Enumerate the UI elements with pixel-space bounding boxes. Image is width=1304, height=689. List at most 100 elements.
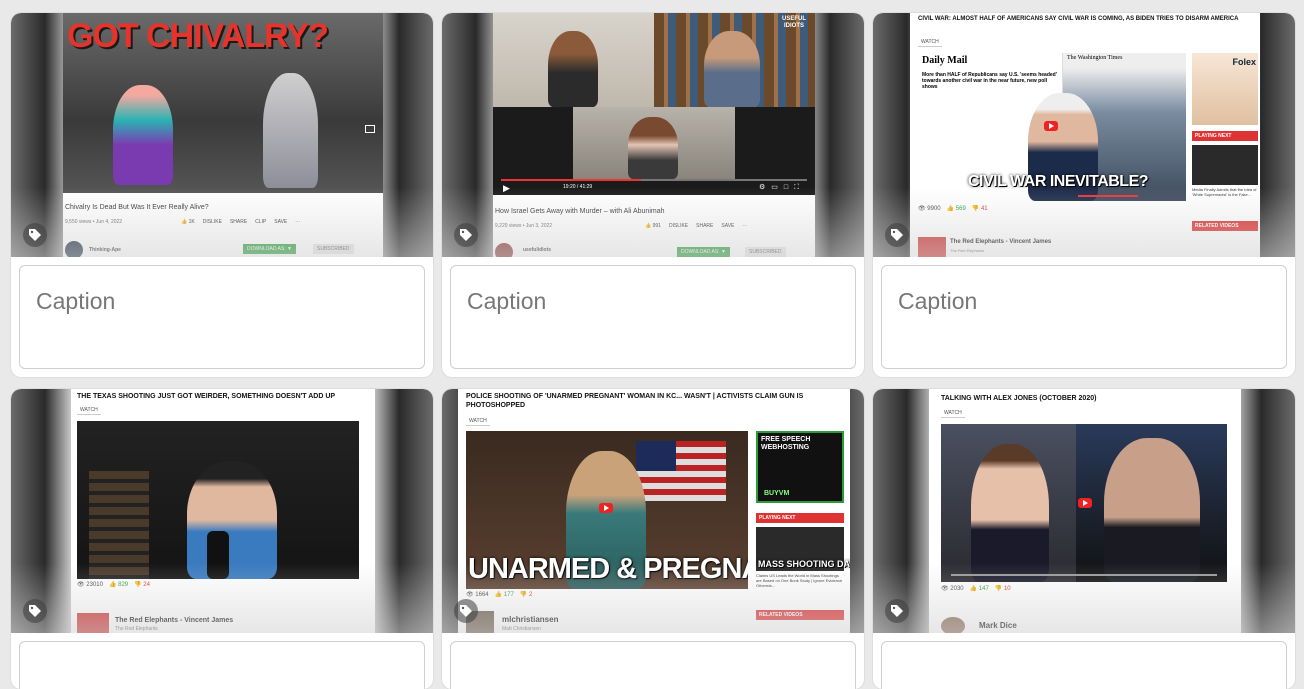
player-controls[interactable]: ⚙▭□⛶ <box>759 183 805 192</box>
watch-tab[interactable]: WATCH <box>918 38 942 47</box>
dislikes-count: 👎 24 <box>134 582 150 588</box>
screenshot-bitchute: CIVIL WAR: ALMOST HALF OF AMERICANS SAY … <box>910 13 1260 257</box>
dislike-button[interactable]: DISLIKE <box>669 223 688 229</box>
channel-avatar[interactable] <box>495 243 513 257</box>
tag-button[interactable] <box>454 599 478 623</box>
dislike-button[interactable]: DISLIKE <box>203 219 222 225</box>
channel-avatar[interactable] <box>77 613 109 633</box>
dislikes-count: 👎 10 <box>994 586 1011 592</box>
time-display: 19:20 / 41:29 <box>563 184 593 190</box>
watch-tab[interactable]: WATCH <box>466 417 490 426</box>
caption-input[interactable]: Caption <box>19 265 425 369</box>
next-video-title[interactable]: Media Finally Admits that the Idea of 'W… <box>1192 187 1258 197</box>
media-card[interactable]: POLICE SHOOTING OF 'UNARMED PREGNANT' WO… <box>442 389 864 689</box>
video-frame: UNARMED & PREGNANT <box>466 431 748 589</box>
tag-button[interactable] <box>885 223 909 247</box>
caption-placeholder: Caption <box>467 288 547 314</box>
play-icon[interactable]: ▶ <box>503 183 510 194</box>
play-button[interactable] <box>1078 498 1092 508</box>
play-button[interactable] <box>599 503 613 513</box>
video-stats: 👁 2030 👍 147 👎 10 <box>941 585 1011 592</box>
likes-count: 👍 829 <box>108 582 129 588</box>
video-header: POLICE SHOOTING OF 'UNARMED PREGNANT' WO… <box>466 393 804 409</box>
share-button[interactable]: SHARE <box>230 219 247 225</box>
screenshot-bitchute: TALKING WITH ALEX JONES (OCTOBER 2020) W… <box>929 389 1241 633</box>
media-card[interactable]: GOT CHIVALRY? Chivalry Is Dead But Was I… <box>11 13 433 377</box>
video-title: Chivalry Is Dead But Was It Ever Really … <box>65 204 209 211</box>
watch-tab[interactable]: WATCH <box>941 409 965 418</box>
progress-bar[interactable] <box>501 179 641 181</box>
card-thumbnail[interactable]: TALKING WITH ALEX JONES (OCTOBER 2020) W… <box>873 389 1295 633</box>
side-ad[interactable]: Folex <box>1192 53 1258 125</box>
watch-tab[interactable]: WATCH <box>77 406 101 415</box>
tag-button[interactable] <box>23 599 47 623</box>
subscribed-button[interactable]: SUBSCRIBED <box>745 247 786 257</box>
tag-icon <box>460 605 472 617</box>
tag-button[interactable] <box>23 223 47 247</box>
download-button[interactable]: DOWNLOAD AS: ▼ <box>677 247 730 257</box>
caption-input[interactable] <box>19 641 425 689</box>
action-row: 👍 1K DISLIKE SHARE CLIP SAVE ⋯ <box>181 219 300 225</box>
clip-button[interactable]: CLIP <box>255 219 266 225</box>
media-card[interactable]: USEFUL IDIOTS ▶ 19:20 / 41:29 ⚙▭□⛶ How I… <box>442 13 864 377</box>
views-count: 👁 1664 <box>466 592 489 598</box>
channel-name[interactable]: The Red Elephants - Vincent James <box>950 239 1051 245</box>
article-headline: More than HALF of Republicans say U.S. '… <box>922 72 1057 90</box>
download-button[interactable]: DOWNLOAD AS: ▼ <box>243 244 296 254</box>
channel-name[interactable]: Mark Dice <box>979 621 1017 630</box>
tag-icon <box>29 605 41 617</box>
related-videos-label: RELATED VIDEOS <box>756 610 844 620</box>
more-icon[interactable]: ⋯ <box>295 219 300 225</box>
tag-icon <box>460 229 472 241</box>
tag-button[interactable] <box>885 599 909 623</box>
side-ad[interactable]: FREE SPEECH WEBHOSTING BUYVM <box>756 431 844 503</box>
tag-button[interactable] <box>454 223 478 247</box>
channel-avatar[interactable] <box>918 237 946 257</box>
video-stats: 👁 9900 👍 569 👎 41 <box>918 205 988 212</box>
video-meta: 9,550 views • Jun 4, 2022 <box>65 219 123 225</box>
card-thumbnail[interactable]: USEFUL IDIOTS ▶ 19:20 / 41:29 ⚙▭□⛶ How I… <box>442 13 864 257</box>
card-thumbnail[interactable]: CIVIL WAR: ALMOST HALF OF AMERICANS SAY … <box>873 13 1295 257</box>
share-button[interactable]: SHARE <box>696 223 713 229</box>
video-pane-left <box>493 13 654 107</box>
ad-brand: Folex <box>1232 57 1256 67</box>
channel-name[interactable]: Thinking-Ape <box>89 247 121 253</box>
figure-host <box>971 444 1049 582</box>
save-button[interactable]: SAVE <box>274 219 287 225</box>
progress-bar[interactable] <box>1078 195 1138 197</box>
card-thumbnail[interactable]: GOT CHIVALRY? Chivalry Is Dead But Was I… <box>11 13 433 257</box>
next-video-title[interactable]: Claims US Leads the World in Mass Shooti… <box>756 573 844 588</box>
caption-input[interactable]: Caption <box>450 265 856 369</box>
channel-subtitle: Matt Christiansen <box>502 626 541 632</box>
figure-guest <box>704 31 760 107</box>
media-card[interactable]: CIVIL WAR: ALMOST HALF OF AMERICANS SAY … <box>873 13 1295 377</box>
channel-avatar[interactable] <box>941 617 965 633</box>
video-stats: 👁 1664 👍 177 👎 2 <box>466 591 532 598</box>
subscribed-button[interactable]: SUBSCRIBED <box>313 244 354 254</box>
channel-subtitle: The Red Elephants <box>115 626 158 632</box>
next-video-thumb[interactable] <box>1192 145 1258 185</box>
channel-name[interactable]: usefulidiots <box>523 247 551 253</box>
play-button[interactable] <box>1044 121 1058 131</box>
figure-host <box>187 461 277 579</box>
channel-avatar[interactable] <box>65 241 83 257</box>
caption-input[interactable] <box>450 641 856 689</box>
miniplayer-icon[interactable] <box>365 125 375 133</box>
save-button[interactable]: SAVE <box>721 223 734 229</box>
media-card[interactable]: THE TEXAS SHOOTING JUST GOT WEIRDER, SOM… <box>11 389 433 689</box>
next-video-thumb[interactable]: MASS SHOOTING DATA <box>756 527 850 571</box>
caption-input[interactable]: Caption <box>881 265 1287 369</box>
channel-name[interactable]: mlchristiansen <box>502 615 558 624</box>
channel-name[interactable]: The Red Elephants - Vincent James <box>115 617 233 624</box>
tag-icon <box>29 229 41 241</box>
more-icon[interactable]: ⋯ <box>742 223 747 229</box>
caption-input[interactable] <box>881 641 1287 689</box>
media-card[interactable]: TALKING WITH ALEX JONES (OCTOBER 2020) W… <box>873 389 1295 689</box>
likes-count: 👍 147 <box>969 586 989 592</box>
video-pane-bottom <box>573 107 735 179</box>
card-thumbnail[interactable]: POLICE SHOOTING OF 'UNARMED PREGNANT' WO… <box>442 389 864 633</box>
card-thumbnail[interactable]: THE TEXAS SHOOTING JUST GOT WEIRDER, SOM… <box>11 389 433 633</box>
like-button[interactable]: 👍 1K <box>181 219 195 225</box>
video-header: TALKING WITH ALEX JONES (OCTOBER 2020) <box>941 395 1097 402</box>
like-button[interactable]: 👍 991 <box>645 223 661 229</box>
